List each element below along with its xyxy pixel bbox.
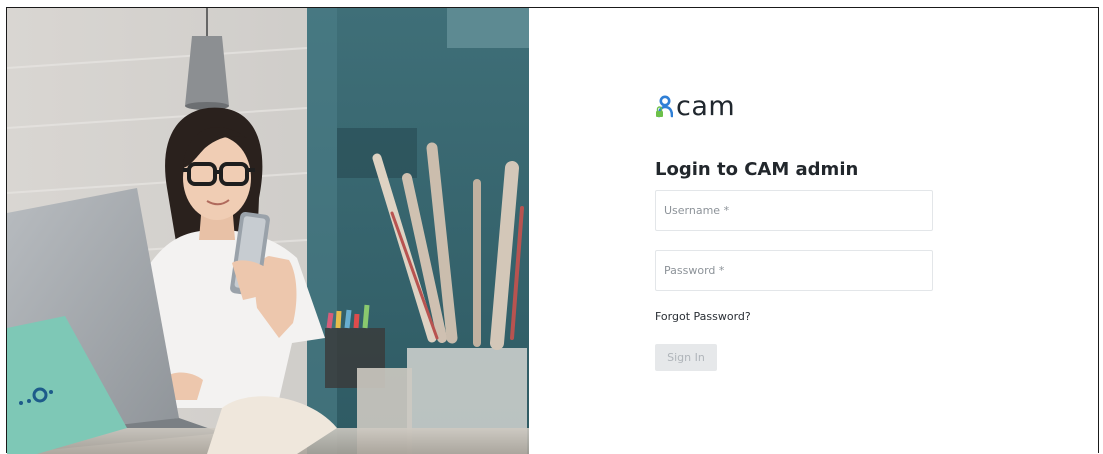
page-frame: cam Login to CAM admin Forgot Password? … [6, 7, 1099, 454]
username-input[interactable] [656, 191, 932, 230]
user-lock-icon [656, 95, 673, 117]
brand-name: cam [676, 91, 736, 122]
sign-in-button[interactable]: Sign In [655, 344, 717, 371]
forgot-password-link[interactable]: Forgot Password? [655, 310, 751, 323]
page-title: Login to CAM admin [655, 159, 859, 180]
brand-logo: cam [655, 93, 735, 120]
password-field[interactable] [655, 250, 933, 291]
hero-image [7, 8, 529, 454]
password-input[interactable] [656, 251, 932, 290]
login-panel: cam Login to CAM admin Forgot Password? … [529, 8, 1098, 453]
username-field[interactable] [655, 190, 933, 231]
